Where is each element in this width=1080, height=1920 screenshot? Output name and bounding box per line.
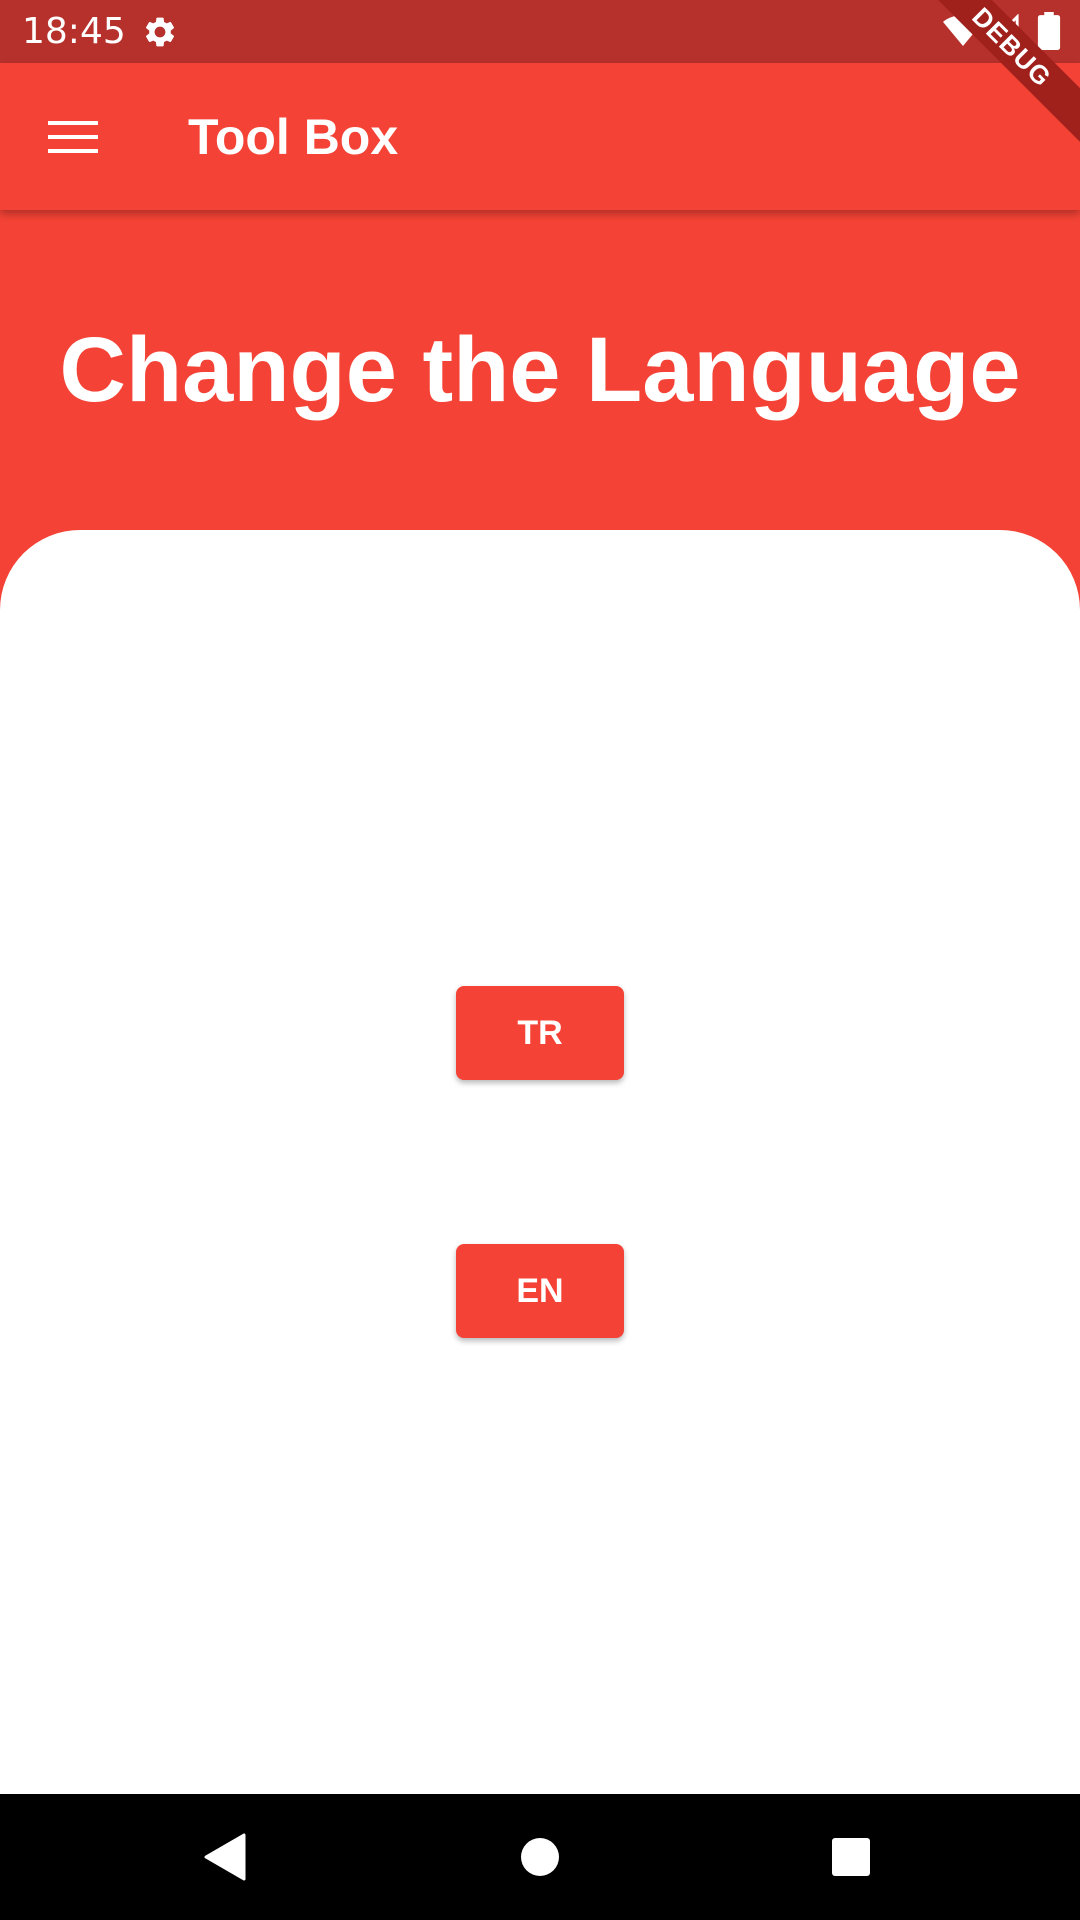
home-icon <box>521 1838 559 1876</box>
recents-button[interactable] <box>818 1824 884 1890</box>
screen: 18:45 Tool Box DEBUG Change the Language <box>0 0 1080 1920</box>
en-language-button[interactable]: EN <box>456 1244 624 1338</box>
language-card: TR EN <box>0 530 1080 1794</box>
app-bar: Tool Box <box>0 63 1080 210</box>
status-bar: 18:45 <box>0 0 1080 63</box>
recents-icon <box>832 1838 870 1876</box>
back-button[interactable] <box>193 1824 259 1890</box>
tr-language-button[interactable]: TR <box>456 986 624 1080</box>
back-icon <box>204 1833 246 1881</box>
battery-icon <box>1037 12 1061 50</box>
navigation-bar <box>0 1794 1080 1920</box>
header: Change the Language <box>0 210 1080 530</box>
app-title: Tool Box <box>188 109 399 165</box>
gear-icon <box>145 17 175 47</box>
home-button[interactable] <box>507 1824 573 1890</box>
status-time: 18:45 <box>22 11 126 52</box>
menu-button[interactable] <box>35 103 111 171</box>
menu-icon <box>48 121 98 153</box>
page-title: Change the Language <box>59 319 1021 421</box>
